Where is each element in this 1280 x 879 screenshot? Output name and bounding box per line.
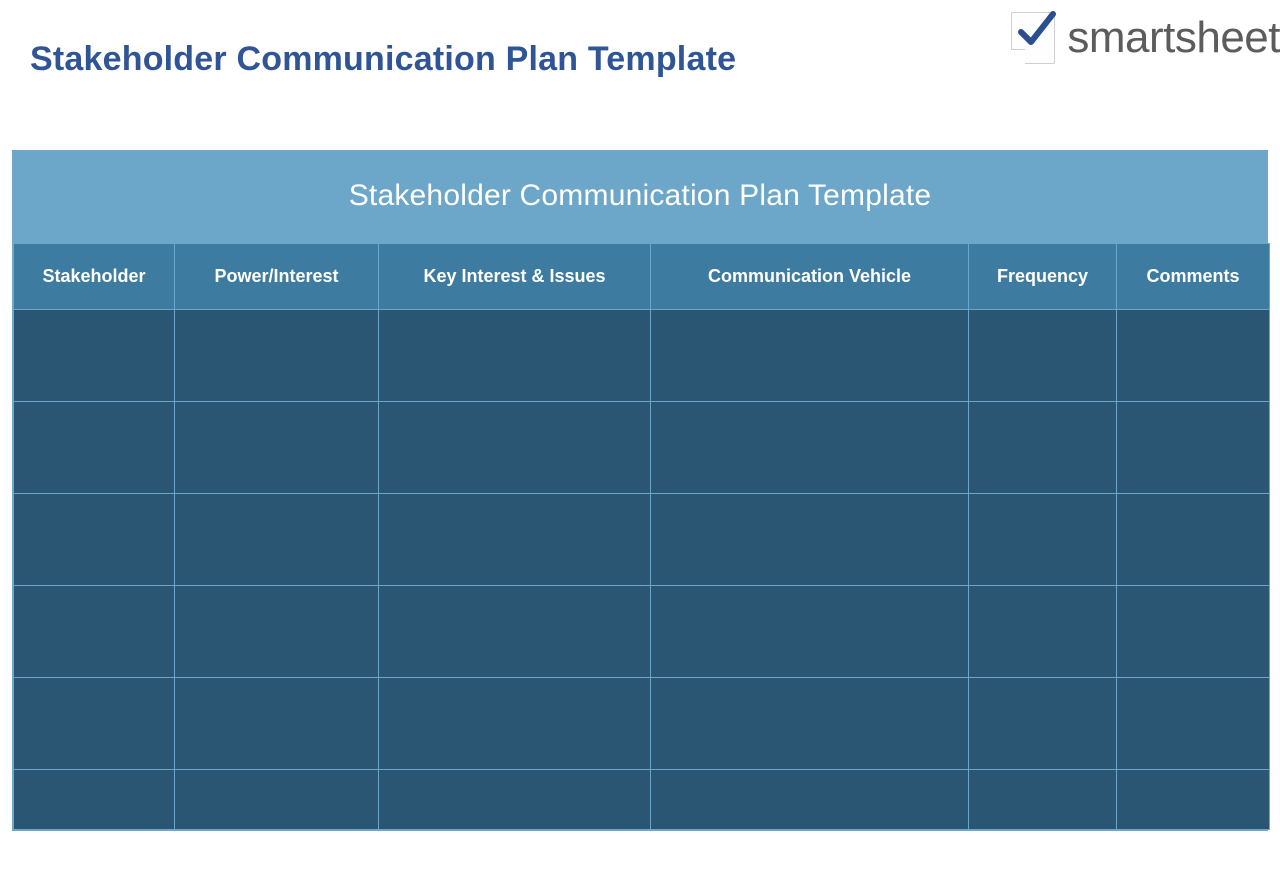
table-row (14, 494, 1270, 586)
cell[interactable] (175, 586, 379, 678)
col-stakeholder: Stakeholder (14, 244, 175, 310)
cell[interactable] (14, 494, 175, 586)
col-communication-vehicle: Communication Vehicle (651, 244, 969, 310)
cell[interactable] (1117, 770, 1270, 830)
col-power-interest: Power/Interest (175, 244, 379, 310)
cell[interactable] (379, 494, 651, 586)
col-key-interest-issues: Key Interest & Issues (379, 244, 651, 310)
cell[interactable] (1117, 494, 1270, 586)
cell[interactable] (379, 770, 651, 830)
cell[interactable] (1117, 586, 1270, 678)
table-row (14, 402, 1270, 494)
cell[interactable] (379, 402, 651, 494)
cell[interactable] (1117, 402, 1270, 494)
cell[interactable] (969, 586, 1117, 678)
cell[interactable] (1117, 310, 1270, 402)
cell[interactable] (651, 678, 969, 770)
document-header: Stakeholder Communication Plan Template … (0, 0, 1280, 140)
table-row (14, 770, 1270, 830)
cell[interactable] (969, 494, 1117, 586)
cell[interactable] (379, 310, 651, 402)
cell[interactable] (651, 770, 969, 830)
table-banner-title: Stakeholder Communication Plan Template (13, 151, 1267, 243)
cell[interactable] (651, 310, 969, 402)
table-row (14, 310, 1270, 402)
table-body (14, 310, 1270, 830)
col-comments: Comments (1117, 244, 1270, 310)
cell[interactable] (14, 678, 175, 770)
cell[interactable] (14, 402, 175, 494)
cell[interactable] (969, 310, 1117, 402)
cell[interactable] (14, 310, 175, 402)
cell[interactable] (379, 586, 651, 678)
table-row (14, 586, 1270, 678)
brand-name: smartsheet (1067, 13, 1280, 63)
checkmark-page-icon (1005, 10, 1061, 66)
cell[interactable] (969, 402, 1117, 494)
cell[interactable] (175, 310, 379, 402)
table-row (14, 678, 1270, 770)
cell[interactable] (175, 402, 379, 494)
cell[interactable] (379, 678, 651, 770)
cell[interactable] (969, 678, 1117, 770)
cell[interactable] (175, 494, 379, 586)
cell[interactable] (14, 586, 175, 678)
cell[interactable] (1117, 678, 1270, 770)
col-frequency: Frequency (969, 244, 1117, 310)
cell[interactable] (651, 402, 969, 494)
brand-logo: smartsheet (1005, 10, 1280, 66)
cell[interactable] (969, 770, 1117, 830)
cell[interactable] (175, 770, 379, 830)
cell[interactable] (651, 586, 969, 678)
communication-plan-table: Stakeholder Communication Plan Template … (12, 150, 1268, 831)
cell[interactable] (14, 770, 175, 830)
cell[interactable] (175, 678, 379, 770)
cell[interactable] (651, 494, 969, 586)
plan-table: Stakeholder Power/Interest Key Interest … (13, 243, 1270, 830)
table-header-row: Stakeholder Power/Interest Key Interest … (14, 244, 1270, 310)
